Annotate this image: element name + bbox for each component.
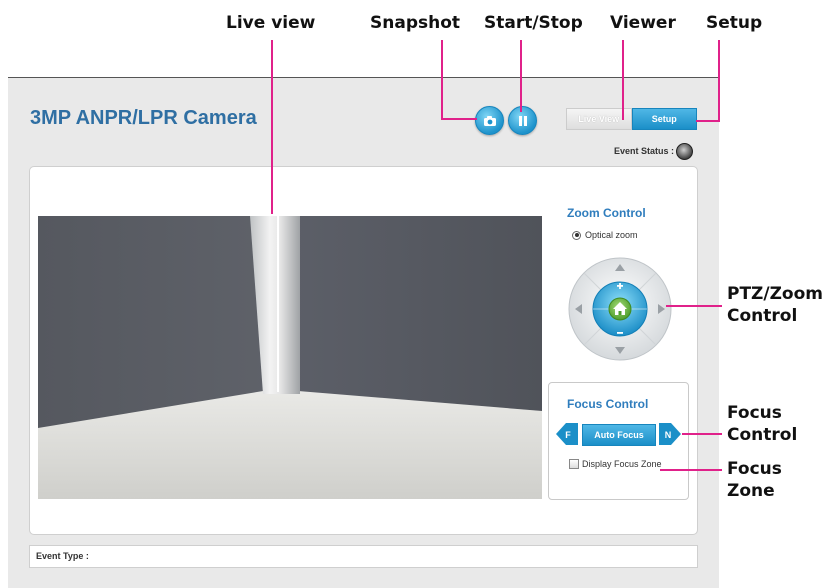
leader-line-start-stop [520, 40, 522, 112]
callout-focus-zone: Focus Zone [727, 458, 782, 502]
optical-zoom-label: Optical zoom [585, 230, 638, 240]
focus-near-label: N [665, 430, 672, 440]
zoom-out-icon[interactable] [617, 332, 623, 334]
callout-focus-line1: Focus [727, 403, 782, 423]
focus-far-label: F [565, 430, 571, 440]
live-view-video[interactable] [38, 216, 542, 499]
callout-ptz-line1: PTZ/Zoom [727, 284, 823, 304]
zoom-control-title: Zoom Control [567, 206, 646, 220]
page-title: 3MP ANPR/LPR Camera [30, 107, 257, 129]
callout-start-stop: Start/Stop [484, 13, 583, 33]
leader-line-setup [718, 40, 720, 122]
focus-far-button[interactable]: F [556, 422, 578, 446]
callout-ptz-line2: Control [727, 306, 798, 326]
focus-near-button[interactable]: N [659, 422, 681, 446]
leader-line-focus-zone [660, 469, 722, 471]
event-type-label: Event Type : [36, 551, 89, 561]
optical-zoom-option[interactable]: Optical zoom [572, 230, 638, 240]
camera-icon [483, 115, 496, 126]
callout-focus-control: Focus Control [727, 402, 797, 446]
display-focus-zone-option[interactable]: Display Focus Zone [569, 459, 662, 469]
display-focus-zone-checkbox[interactable] [569, 459, 579, 469]
event-status-label: Event Status : [614, 146, 675, 156]
camera-feed-image [38, 216, 542, 499]
event-type-bar: Event Type : [29, 545, 698, 568]
auto-focus-button[interactable]: Auto Focus [582, 424, 656, 446]
tab-setup[interactable]: Setup [631, 108, 697, 130]
callout-zone-line2: Zone [727, 481, 775, 501]
leader-line-setup-h [696, 120, 720, 122]
start-stop-button[interactable] [508, 106, 537, 135]
leader-line-live-view [271, 40, 273, 214]
callout-setup: Setup [706, 13, 763, 33]
callout-snapshot: Snapshot [370, 13, 461, 33]
callout-live-view: Live view [226, 13, 316, 33]
home-icon[interactable] [608, 297, 632, 321]
display-focus-zone-label: Display Focus Zone [582, 459, 662, 469]
camera-web-ui: 3MP ANPR/LPR Camera Live View Setup Even… [8, 78, 719, 588]
callout-zone-line1: Focus [727, 459, 782, 479]
leader-line-viewer [622, 40, 624, 120]
callout-focus-line2: Control [727, 425, 798, 445]
snapshot-button[interactable] [475, 106, 504, 135]
optical-zoom-radio[interactable] [572, 230, 581, 240]
main-panel: Zoom Control Optical zoom Focus Control … [29, 166, 698, 535]
leader-line-ptz [666, 305, 722, 307]
leader-line-snapshot-h [441, 118, 477, 120]
leader-line-focus-control [682, 433, 722, 435]
event-status-indicator-icon [676, 143, 693, 160]
callout-ptz-zoom-control: PTZ/Zoom Control [727, 283, 823, 327]
pause-icon [518, 115, 527, 126]
ptz-zoom-control[interactable] [567, 256, 673, 362]
focus-control-title: Focus Control [567, 397, 649, 411]
callout-viewer: Viewer [610, 13, 676, 33]
focus-control-box: Focus Control F Auto Focus N Display Foc… [548, 382, 689, 500]
view-tabs: Live View Setup [566, 108, 697, 130]
leader-line-snapshot [441, 40, 443, 118]
